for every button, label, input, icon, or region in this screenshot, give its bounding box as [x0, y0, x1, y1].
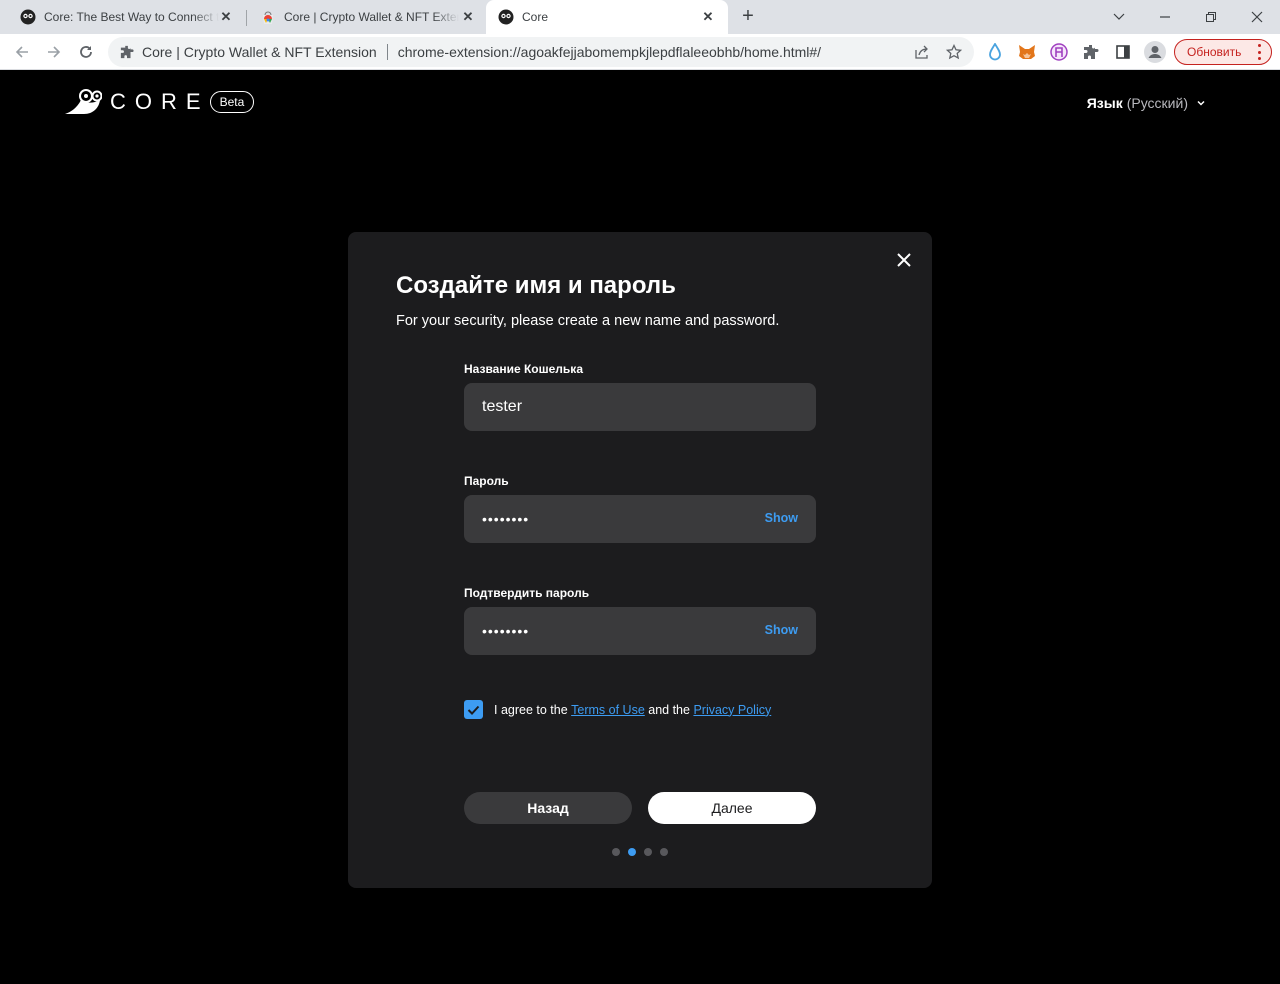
confirm-password-masked-value: ••••••••	[482, 623, 530, 639]
share-icon[interactable]	[914, 44, 930, 60]
address-bar[interactable]: Core | Crypto Wallet & NFT Extension chr…	[108, 37, 974, 67]
tab-title: Core	[522, 10, 549, 24]
chrome-web-store-icon	[260, 9, 276, 25]
tab-close-icon[interactable]: ✕	[460, 9, 476, 25]
tab-strip: Core: The Best Way to Connect to Web3 ✕ …	[0, 0, 1280, 34]
page-content: CORE Beta Язык (Русский) Создайте имя и …	[0, 71, 1280, 984]
tab-title: Core: The Best Way to Connect to Web3	[44, 10, 219, 24]
wallet-name-field: Название Кошелька tester	[464, 362, 816, 431]
wallet-name-input[interactable]: tester	[464, 383, 816, 431]
reload-button[interactable]	[72, 38, 100, 66]
agree-checkbox[interactable]	[464, 700, 483, 719]
url-text[interactable]: chrome-extension://agoakfejjabomempkjlep…	[398, 44, 821, 60]
extension-puzzle-icon	[120, 45, 134, 59]
browser-toolbar: Core | Crypto Wallet & NFT Extension chr…	[0, 34, 1280, 70]
tab-core-extension-store[interactable]: Core | Crypto Wallet & NFT Extension ✕	[240, 0, 486, 34]
step-indicator	[612, 848, 668, 856]
bookmark-star-icon[interactable]	[946, 44, 962, 60]
password-input[interactable]: •••••••• Show	[464, 495, 816, 543]
confirm-password-input[interactable]: •••••••• Show	[464, 607, 816, 655]
password-label: Пароль	[464, 474, 509, 488]
show-confirm-password-button[interactable]: Show	[765, 623, 798, 637]
metamask-fox-icon[interactable]	[1018, 43, 1036, 61]
step-dot	[660, 848, 668, 856]
update-chrome-button[interactable]: Обновить	[1174, 39, 1272, 65]
agree-text-1: I agree to the	[494, 702, 572, 717]
step-dot-active	[628, 848, 636, 856]
confirm-password-label: Подтвердить пароль	[464, 586, 590, 600]
omnibox-divider	[386, 44, 388, 60]
language-value: (Русский)	[1126, 95, 1188, 111]
core-owl-logo-icon	[65, 89, 102, 114]
step-dot	[612, 848, 620, 856]
chevron-down-icon	[1113, 13, 1125, 20]
privacy-policy-link[interactable]: Privacy Policy	[693, 703, 771, 717]
arrow-left-icon	[15, 46, 28, 58]
core-owl-icon	[20, 9, 36, 25]
confirm-password-field: Подтвердить пароль •••••••• Show	[464, 586, 816, 655]
kebab-menu-icon[interactable]	[1257, 44, 1261, 60]
purple-extension-icon[interactable]	[1050, 43, 1068, 61]
droplet-extension-icon[interactable]	[986, 43, 1004, 61]
close-icon	[1251, 11, 1263, 23]
modal-subtitle: For your security, please create a new n…	[396, 313, 780, 329]
back-button[interactable]: Назад	[464, 792, 632, 824]
site-name: Core | Crypto Wallet & NFT Extension	[142, 44, 377, 60]
terms-agreement: I agree to the Terms of Use and the Priv…	[464, 700, 771, 719]
arrow-right-icon	[48, 46, 61, 58]
side-panel-icon[interactable]	[1114, 43, 1132, 61]
language-label: Язык	[1086, 95, 1123, 111]
tab-core-active[interactable]: Core ✕	[486, 0, 728, 34]
create-password-modal: Создайте имя и пароль For your security,…	[348, 232, 932, 888]
language-selector[interactable]: Язык (Русский)	[1087, 95, 1206, 111]
forward-button[interactable]	[40, 38, 68, 66]
update-label: Обновить	[1187, 45, 1242, 59]
next-button[interactable]: Далее	[648, 792, 816, 824]
back-button[interactable]	[8, 38, 36, 66]
tab-close-icon[interactable]: ✕	[218, 9, 234, 25]
new-tab-button[interactable]: +	[736, 5, 760, 29]
logo-wordmark: CORE	[110, 89, 210, 114]
core-owl-icon	[498, 9, 514, 25]
agree-text-2: and the	[644, 702, 694, 717]
tab-close-icon[interactable]: ✕	[700, 9, 716, 25]
profile-avatar-icon[interactable]	[1144, 41, 1166, 63]
password-masked-value: ••••••••	[482, 511, 530, 527]
close-window-button[interactable]	[1234, 0, 1280, 34]
close-icon[interactable]	[894, 250, 914, 270]
restore-icon	[1206, 12, 1216, 22]
extensions-puzzle-icon[interactable]	[1082, 43, 1100, 61]
tab-title: Core | Crypto Wallet & NFT Extension	[284, 10, 459, 24]
wallet-name-label: Название Кошелька	[464, 362, 583, 376]
restore-button[interactable]	[1188, 0, 1234, 34]
modal-title: Создайте имя и пароль	[396, 272, 676, 299]
tab-search-button[interactable]	[1096, 0, 1142, 34]
beta-badge: Beta	[209, 91, 255, 113]
checkmark-icon	[467, 705, 480, 715]
tab-core-web3[interactable]: Core: The Best Way to Connect to Web3 ✕	[0, 0, 244, 34]
core-logo[interactable]: CORE Beta	[64, 87, 255, 117]
minimize-icon	[1160, 16, 1170, 18]
minimize-button[interactable]	[1142, 0, 1188, 34]
wallet-name-value: tester	[482, 398, 523, 415]
reload-icon	[80, 46, 92, 58]
chevron-down-icon	[1197, 100, 1205, 106]
show-password-button[interactable]: Show	[765, 511, 798, 525]
terms-of-use-link[interactable]: Terms of Use	[571, 703, 645, 717]
password-field: Пароль •••••••• Show	[464, 474, 816, 543]
step-dot	[644, 848, 652, 856]
